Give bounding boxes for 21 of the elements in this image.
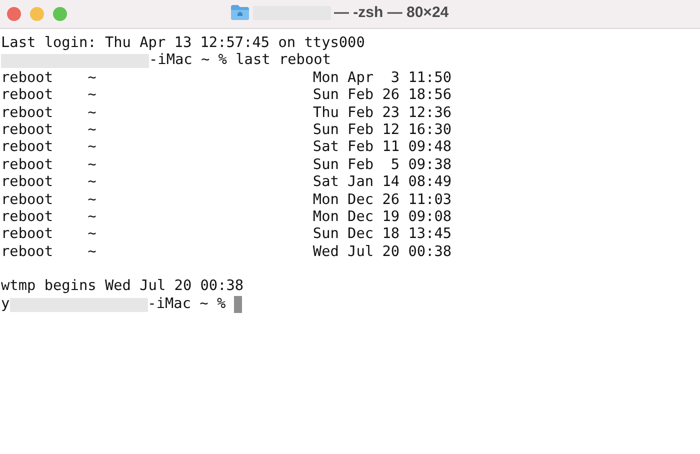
terminal-line: reboot ~ Mon Apr 3 11:50 [0, 70, 453, 88]
prompt-line: -iMac ~ % [148, 296, 227, 314]
folder-icon [230, 4, 250, 21]
terminal-line: reboot ~ Sat Feb 11 09:48 [0, 139, 453, 157]
terminal-line: reboot ~ Thu Feb 23 12:36 [0, 104, 453, 122]
prompt-character: y [1, 296, 10, 314]
terminal-line: reboot ~ Sun Dec 18 13:45 [0, 226, 453, 244]
window-title: — -zsh — 80×24 [334, 4, 449, 21]
close-button[interactable] [7, 7, 21, 21]
terminal-line: reboot ~ Sun Feb 12 16:30 [0, 122, 453, 140]
terminal-line: wtmp begins Wed Jul 20 00:38 [0, 278, 245, 296]
terminal-line: Last login: Thu Apr 13 12:57:45 on ttys000 [0, 35, 366, 52]
terminal-line: reboot ~ Wed Jul 20 00:38 [0, 244, 453, 262]
minimize-button[interactable] [30, 7, 44, 21]
terminal-line: reboot ~ Mon Dec 19 09:08 [0, 208, 453, 226]
terminal-line: reboot ~ Sat Jan 14 08:49 [0, 174, 453, 192]
terminal-line: reboot ~ Mon Dec 26 11:03 [0, 192, 453, 209]
terminal-line: reboot ~ Sun Feb 5 09:38 [0, 156, 453, 174]
prompt-line: -iMac ~ % last reboot [149, 52, 331, 70]
zoom-button[interactable] [53, 7, 67, 21]
terminal-line: reboot ~ Sun Feb 26 18:56 [0, 87, 453, 105]
